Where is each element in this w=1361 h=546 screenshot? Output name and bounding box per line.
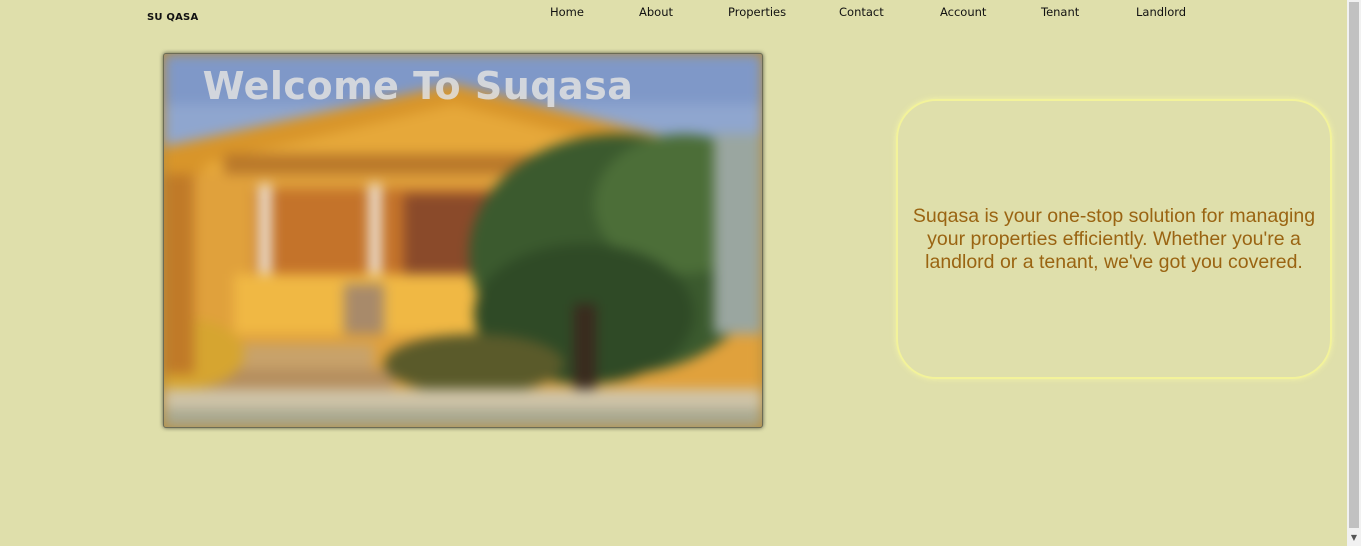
hero-house-image bbox=[164, 54, 762, 427]
site-logo[interactable]: SU QASA bbox=[147, 12, 198, 23]
scroll-down-arrow-icon[interactable]: ▼ bbox=[1347, 532, 1361, 544]
nav-account[interactable]: Account bbox=[940, 5, 986, 19]
page-scrollbar[interactable]: ▼ bbox=[1347, 0, 1361, 546]
info-card-text: Suqasa is your one-stop solution for man… bbox=[912, 204, 1316, 273]
hero-title: Welcome To Suqasa bbox=[202, 64, 634, 108]
scrollbar-thumb[interactable] bbox=[1349, 2, 1359, 528]
nav-about[interactable]: About bbox=[639, 5, 673, 19]
nav-landlord[interactable]: Landlord bbox=[1136, 5, 1186, 19]
nav-contact[interactable]: Contact bbox=[839, 5, 884, 19]
info-card: Suqasa is your one-stop solution for man… bbox=[896, 99, 1332, 379]
hero-banner: Welcome To Suqasa bbox=[163, 53, 763, 428]
nav-tenant[interactable]: Tenant bbox=[1041, 5, 1079, 19]
nav-properties[interactable]: Properties bbox=[728, 5, 786, 19]
nav-home[interactable]: Home bbox=[550, 5, 584, 19]
